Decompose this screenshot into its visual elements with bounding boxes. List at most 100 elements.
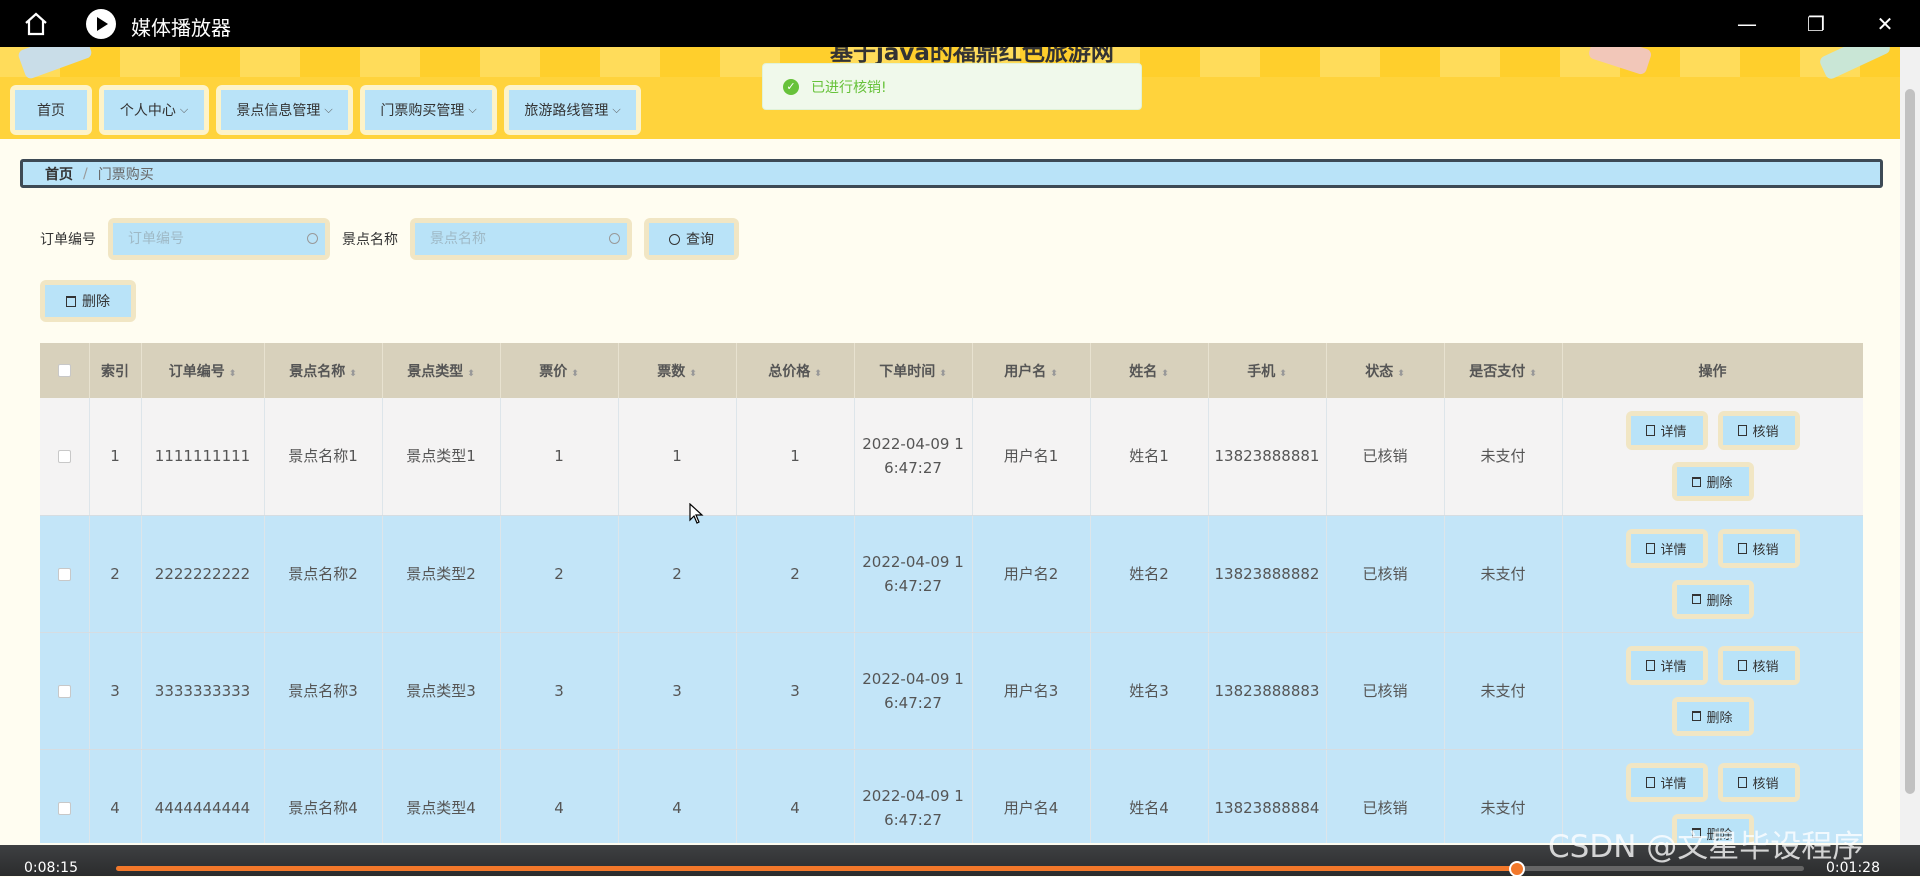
detail-button[interactable]: 详情 (1630, 533, 1703, 563)
delete-button[interactable]: 删除 (1676, 467, 1749, 497)
nav-home-label: 首页 (37, 103, 65, 119)
nav-spot-info-label: 景点信息管理 (236, 103, 321, 119)
sort-icon[interactable]: ⬍ (229, 369, 237, 379)
nav-ticket-purchase[interactable]: 门票购买管理 ⌵ (360, 85, 497, 135)
sort-icon[interactable]: ⬍ (1529, 369, 1537, 379)
col-header-order-no[interactable]: 订单编号 ⬍ (141, 343, 265, 398)
restore-icon[interactable]: ❐ (1802, 10, 1830, 38)
col-header-username[interactable]: 用户名 ⬍ (972, 343, 1091, 398)
elapsed-time: 0:08:15 (24, 860, 78, 876)
row-checkbox[interactable] (57, 567, 71, 581)
sort-icon[interactable]: ⬍ (689, 369, 697, 379)
player-title-bar: 媒体播放器 — ❐ ✕ (0, 0, 1920, 47)
verify-button-label: 核销 (1752, 542, 1779, 558)
col-header-price[interactable]: 票价 ⬍ (500, 343, 619, 398)
verify-button[interactable]: 核销 (1722, 767, 1795, 797)
row-checkbox[interactable] (57, 684, 71, 698)
cell-price: 4 (500, 749, 619, 843)
sort-icon[interactable]: ⬍ (939, 369, 947, 379)
document-icon (1738, 425, 1748, 437)
home-icon[interactable] (22, 10, 50, 38)
nav-personal-center-label: 个人中心 (119, 103, 176, 119)
row-checkbox[interactable] (57, 801, 71, 815)
delete-button-label: 删除 (1706, 593, 1733, 609)
query-button-frame: 查询 (644, 218, 739, 260)
delete-button[interactable]: 删除 (1676, 584, 1749, 614)
cell-spot-name: 景点名称2 (264, 515, 383, 633)
sort-icon[interactable]: ⬍ (1161, 369, 1169, 379)
nav-home[interactable]: 首页 (10, 85, 92, 135)
cell-paid: 未支付 (1444, 749, 1563, 843)
cell-spot-type: 景点类型4 (382, 749, 501, 843)
cell-actions: 详情 核销 删除 (1562, 398, 1863, 516)
col-header-paid[interactable]: 是否支付 ⬍ (1444, 343, 1563, 398)
seek-handle[interactable] (1509, 861, 1526, 877)
cell-status: 已核销 (1326, 632, 1445, 750)
document-icon (1646, 659, 1656, 671)
spot-name-label: 景点名称 (342, 232, 398, 248)
col-header-label: 用户名 (1004, 363, 1047, 380)
col-header-label: 是否支付 (1469, 363, 1526, 380)
document-icon (1738, 542, 1748, 554)
detail-button[interactable]: 详情 (1630, 650, 1703, 680)
cell-status: 已核销 (1326, 749, 1445, 843)
sort-icon[interactable]: ⬍ (571, 369, 579, 379)
sort-icon[interactable]: ⬍ (467, 369, 475, 379)
verify-button[interactable]: 核销 (1722, 416, 1795, 446)
row-checkbox[interactable] (57, 450, 71, 464)
minimize-icon[interactable]: — (1733, 10, 1761, 38)
delete-button[interactable]: 删除 (1676, 701, 1749, 731)
col-header-label: 票数 (657, 363, 686, 380)
cell-order-no: 2222222222 (141, 515, 265, 633)
close-icon[interactable]: ✕ (1871, 10, 1899, 38)
sort-icon[interactable]: ⬍ (1050, 369, 1058, 379)
verify-button[interactable]: 核销 (1722, 650, 1795, 680)
chevron-down-icon: ⌵ (612, 103, 621, 116)
search-bar: 订单编号 景点名称 查询 (40, 218, 739, 260)
search-icon (669, 233, 680, 245)
spot-name-input[interactable] (415, 223, 627, 255)
sort-icon[interactable]: ⬍ (1397, 369, 1405, 379)
order-time-line: 6:47:27 (884, 576, 942, 595)
nav-tour-route[interactable]: 旅游路线管理 ⌵ (504, 85, 641, 135)
col-header-spot-type[interactable]: 景点类型 ⬍ (382, 343, 501, 398)
cell-phone: 13823888883 (1208, 632, 1327, 750)
chevron-down-icon: ⌵ (468, 103, 477, 116)
col-header-phone[interactable]: 手机 ⬍ (1208, 343, 1327, 398)
trash-icon (66, 295, 76, 307)
nav-spot-info[interactable]: 景点信息管理 ⌵ (216, 85, 353, 135)
table-row[interactable]: 3 3333333333 景点名称3 景点类型3 3 3 3 2022-04-0… (40, 632, 1863, 750)
col-header-name[interactable]: 姓名 ⬍ (1090, 343, 1209, 398)
select-all-checkbox[interactable] (57, 364, 71, 377)
table-row[interactable]: 1 1111111111 景点名称1 景点类型1 1 1 1 2022-04-0… (40, 398, 1863, 516)
sort-icon[interactable]: ⬍ (349, 369, 357, 379)
breadcrumb-home[interactable]: 首页 (45, 164, 73, 184)
document-icon (1646, 425, 1656, 437)
batch-delete-button[interactable]: 删除 (45, 285, 131, 317)
col-header-spot-name[interactable]: 景点名称 ⬍ (264, 343, 383, 398)
scrollbar-thumb[interactable] (1905, 89, 1915, 794)
cell-actions: 详情 核销 删除 (1562, 632, 1863, 750)
table-row[interactable]: 2 2222222222 景点名称2 景点类型2 2 2 2 2022-04-0… (40, 515, 1863, 633)
col-header-label: 总价格 (768, 363, 811, 380)
document-icon (1646, 542, 1656, 554)
sort-icon[interactable]: ⬍ (1279, 369, 1287, 379)
seek-bar[interactable] (116, 861, 1804, 877)
col-header-count[interactable]: 票数 ⬍ (618, 343, 737, 398)
col-header-order-time[interactable]: 下单时间 ⬍ (854, 343, 973, 398)
page-scrollbar[interactable] (1900, 47, 1920, 845)
detail-button-label: 详情 (1660, 659, 1687, 675)
order-no-input[interactable] (113, 223, 325, 255)
col-header-status[interactable]: 状态 ⬍ (1326, 343, 1445, 398)
cell-username: 用户名4 (972, 749, 1091, 843)
detail-button[interactable]: 详情 (1630, 767, 1703, 797)
detail-button[interactable]: 详情 (1630, 416, 1703, 446)
query-button[interactable]: 查询 (649, 223, 734, 255)
sort-icon[interactable]: ⬍ (814, 369, 822, 379)
query-button-label: 查询 (686, 232, 714, 248)
col-header-total[interactable]: 总价格 ⬍ (736, 343, 855, 398)
nav-personal-center[interactable]: 个人中心 ⌵ (99, 85, 209, 135)
orders-table: 索引 订单编号 ⬍ 景点名称 ⬍ 景点类型 ⬍ 票价 ⬍ 票数 ⬍ 总价格 ⬍ 下单时间 ⬍ … (40, 343, 1863, 843)
chevron-down-icon: ⌵ (179, 103, 189, 116)
verify-button[interactable]: 核销 (1722, 533, 1795, 563)
